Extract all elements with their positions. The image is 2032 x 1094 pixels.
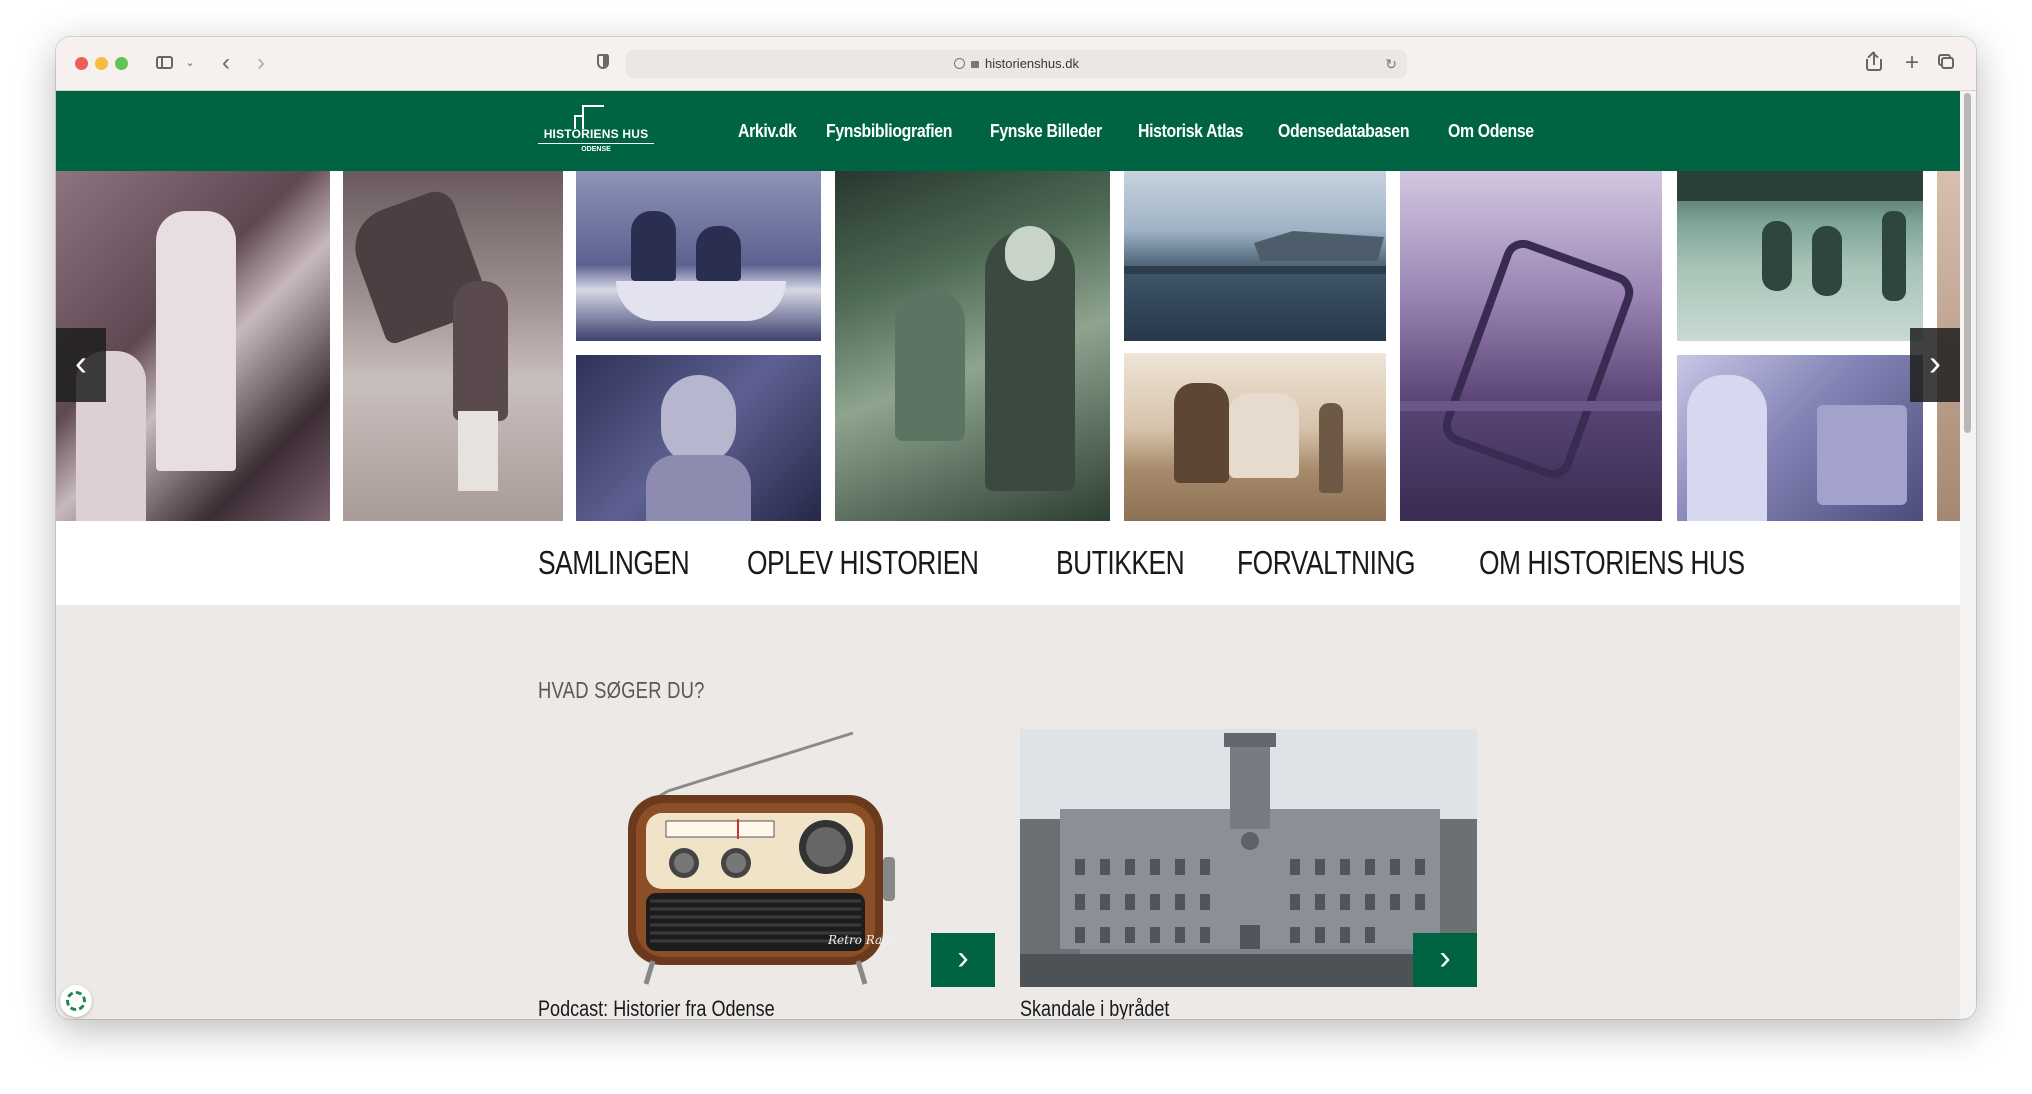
page-content: HISTORIENS HUS ODENSE Arkiv.dk Fynsbibli… — [56, 91, 1960, 1019]
skandale-card-arrow-button[interactable]: › — [1413, 933, 1477, 987]
carousel-photo-child[interactable] — [576, 355, 821, 521]
chevron-down-icon[interactable]: ⌄ — [184, 51, 196, 75]
url-text: historienshus.dk — [985, 56, 1079, 71]
carousel-photo-boat-guitar[interactable] — [576, 171, 821, 341]
carousel-photo-harbor-ship[interactable] — [1124, 171, 1386, 341]
city-hall-photo[interactable] — [1020, 729, 1477, 987]
browser-window: ⌄ ‹ › historienshus.dk ↻ + HISTORIENS HU… — [56, 37, 1976, 1019]
mainnav-link-oplev-historien[interactable]: OPLEV HISTORIEN — [747, 544, 979, 582]
sidebar-toggle-icon[interactable] — [154, 51, 176, 75]
topnav-link-fynsbibliografien[interactable]: Fynsbibliografien — [826, 121, 952, 142]
back-arrow-icon[interactable]: ‹ — [216, 51, 236, 75]
radio-brand-text: Retro Radio — [827, 933, 901, 947]
logo-name: HISTORIENS HUS — [543, 127, 649, 141]
page-scrollbar[interactable] — [1960, 91, 1976, 1019]
carousel-photo-cyclists[interactable] — [1677, 171, 1923, 341]
carousel-photo-grandfather[interactable] — [835, 171, 1110, 521]
topnav-link-om-odense[interactable]: Om Odense — [1448, 121, 1534, 142]
close-window-button[interactable] — [75, 57, 88, 70]
photo-carousel: ‹ › — [56, 171, 1960, 521]
topnav-link-fynske-billeder[interactable]: Fynske Billeder — [990, 121, 1102, 142]
tab-overview-icon[interactable] — [1937, 51, 1959, 75]
main-navigation: SAMLINGEN OPLEV HISTORIEN BUTIKKEN FORVA… — [56, 521, 1960, 605]
mainnav-link-forvaltning[interactable]: FORVALTNING — [1237, 544, 1416, 582]
topnav-link-historisk-atlas[interactable]: Historisk Atlas — [1138, 121, 1243, 142]
carousel-photo-cashier[interactable] — [1677, 355, 1923, 521]
podcast-card-arrow-button[interactable]: › — [931, 933, 995, 987]
mainnav-link-om-historiens-hus[interactable]: OM HISTORIENS HUS — [1479, 544, 1745, 582]
podcast-card-title[interactable]: Podcast: Historier fra Odense — [538, 996, 775, 1019]
privacy-shield-icon[interactable] — [593, 51, 613, 75]
new-tab-icon[interactable]: + — [1901, 51, 1923, 75]
topnav-link-odensedatabasen[interactable]: Odensedatabasen — [1278, 121, 1410, 142]
reload-icon[interactable]: ↻ — [1385, 50, 1397, 78]
address-bar[interactable]: historienshus.dk ↻ — [626, 50, 1407, 78]
skandale-card-title[interactable]: Skandale i byrådet — [1020, 996, 1169, 1019]
logo-sub: ODENSE — [581, 146, 611, 153]
top-navigation-bar: HISTORIENS HUS ODENSE Arkiv.dk Fynsbibli… — [56, 91, 1960, 171]
carousel-photo-girl-street[interactable] — [343, 171, 563, 521]
zoom-window-button[interactable] — [115, 57, 128, 70]
carousel-photo-horses[interactable] — [1124, 353, 1386, 521]
mainnav-link-butikken[interactable]: BUTIKKEN — [1056, 544, 1185, 582]
forward-arrow-icon[interactable]: › — [251, 51, 271, 75]
carousel-prev-button[interactable]: ‹ — [56, 328, 106, 402]
minimize-window-button[interactable] — [95, 57, 108, 70]
cookie-settings-icon[interactable] — [60, 985, 92, 1017]
browser-toolbar: ⌄ ‹ › historienshus.dk ↻ + — [56, 37, 1976, 91]
retro-radio-image[interactable]: Retro Radio — [538, 729, 995, 987]
historiens-hus-logo[interactable]: HISTORIENS HUS ODENSE — [538, 105, 654, 157]
scrollbar-thumb[interactable] — [1964, 93, 1971, 433]
section-heading: HVAD SØGER DU? — [538, 677, 705, 703]
carousel-next-button[interactable]: › — [1910, 328, 1960, 402]
search-icon — [954, 58, 966, 69]
topnav-link-arkiv[interactable]: Arkiv.dk — [738, 121, 797, 142]
carousel-photo-crane-car[interactable] — [1400, 171, 1662, 521]
lock-icon — [971, 61, 980, 68]
mainnav-link-samlingen[interactable]: SAMLINGEN — [538, 544, 690, 582]
share-icon[interactable] — [1864, 51, 1886, 75]
